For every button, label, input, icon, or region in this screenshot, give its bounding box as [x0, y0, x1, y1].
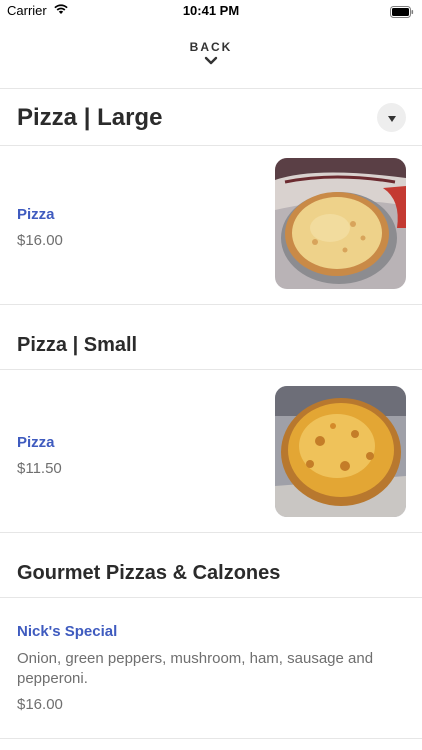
- divider: [0, 597, 422, 598]
- section-title-pizza-large: Pizza | Large: [17, 104, 163, 131]
- divider: [0, 88, 422, 89]
- chevron-down-icon: [0, 56, 422, 65]
- divider: [0, 532, 422, 533]
- divider: [0, 738, 422, 739]
- battery-icon: [390, 5, 414, 18]
- divider: [0, 304, 422, 305]
- section-title-gourmet: Gourmet Pizzas & Calzones: [17, 562, 281, 584]
- status-bar: Carrier 10:41 PM: [0, 0, 422, 22]
- item-name: Nick's Special: [17, 623, 118, 640]
- item-price: $11.50: [17, 460, 62, 477]
- clock: 10:41 PM: [182, 3, 240, 18]
- item-name: Pizza: [17, 206, 55, 223]
- dropdown-caret-icon: [387, 109, 396, 127]
- item-name: Pizza: [17, 434, 55, 451]
- back-label: BACK: [189, 40, 233, 54]
- item-price: $16.00: [17, 232, 63, 249]
- pizza-small-image: [275, 386, 406, 517]
- divider: [0, 369, 422, 370]
- category-dropdown-button[interactable]: [377, 103, 406, 132]
- item-description: Onion, green peppers, mushroom, ham, sau…: [17, 650, 374, 687]
- pizza-large-image: [275, 158, 406, 289]
- section-title-pizza-small: Pizza | Small: [17, 334, 138, 356]
- item-price: $16.00: [17, 696, 63, 713]
- divider: [0, 145, 422, 146]
- back-button[interactable]: BACK: [0, 40, 422, 65]
